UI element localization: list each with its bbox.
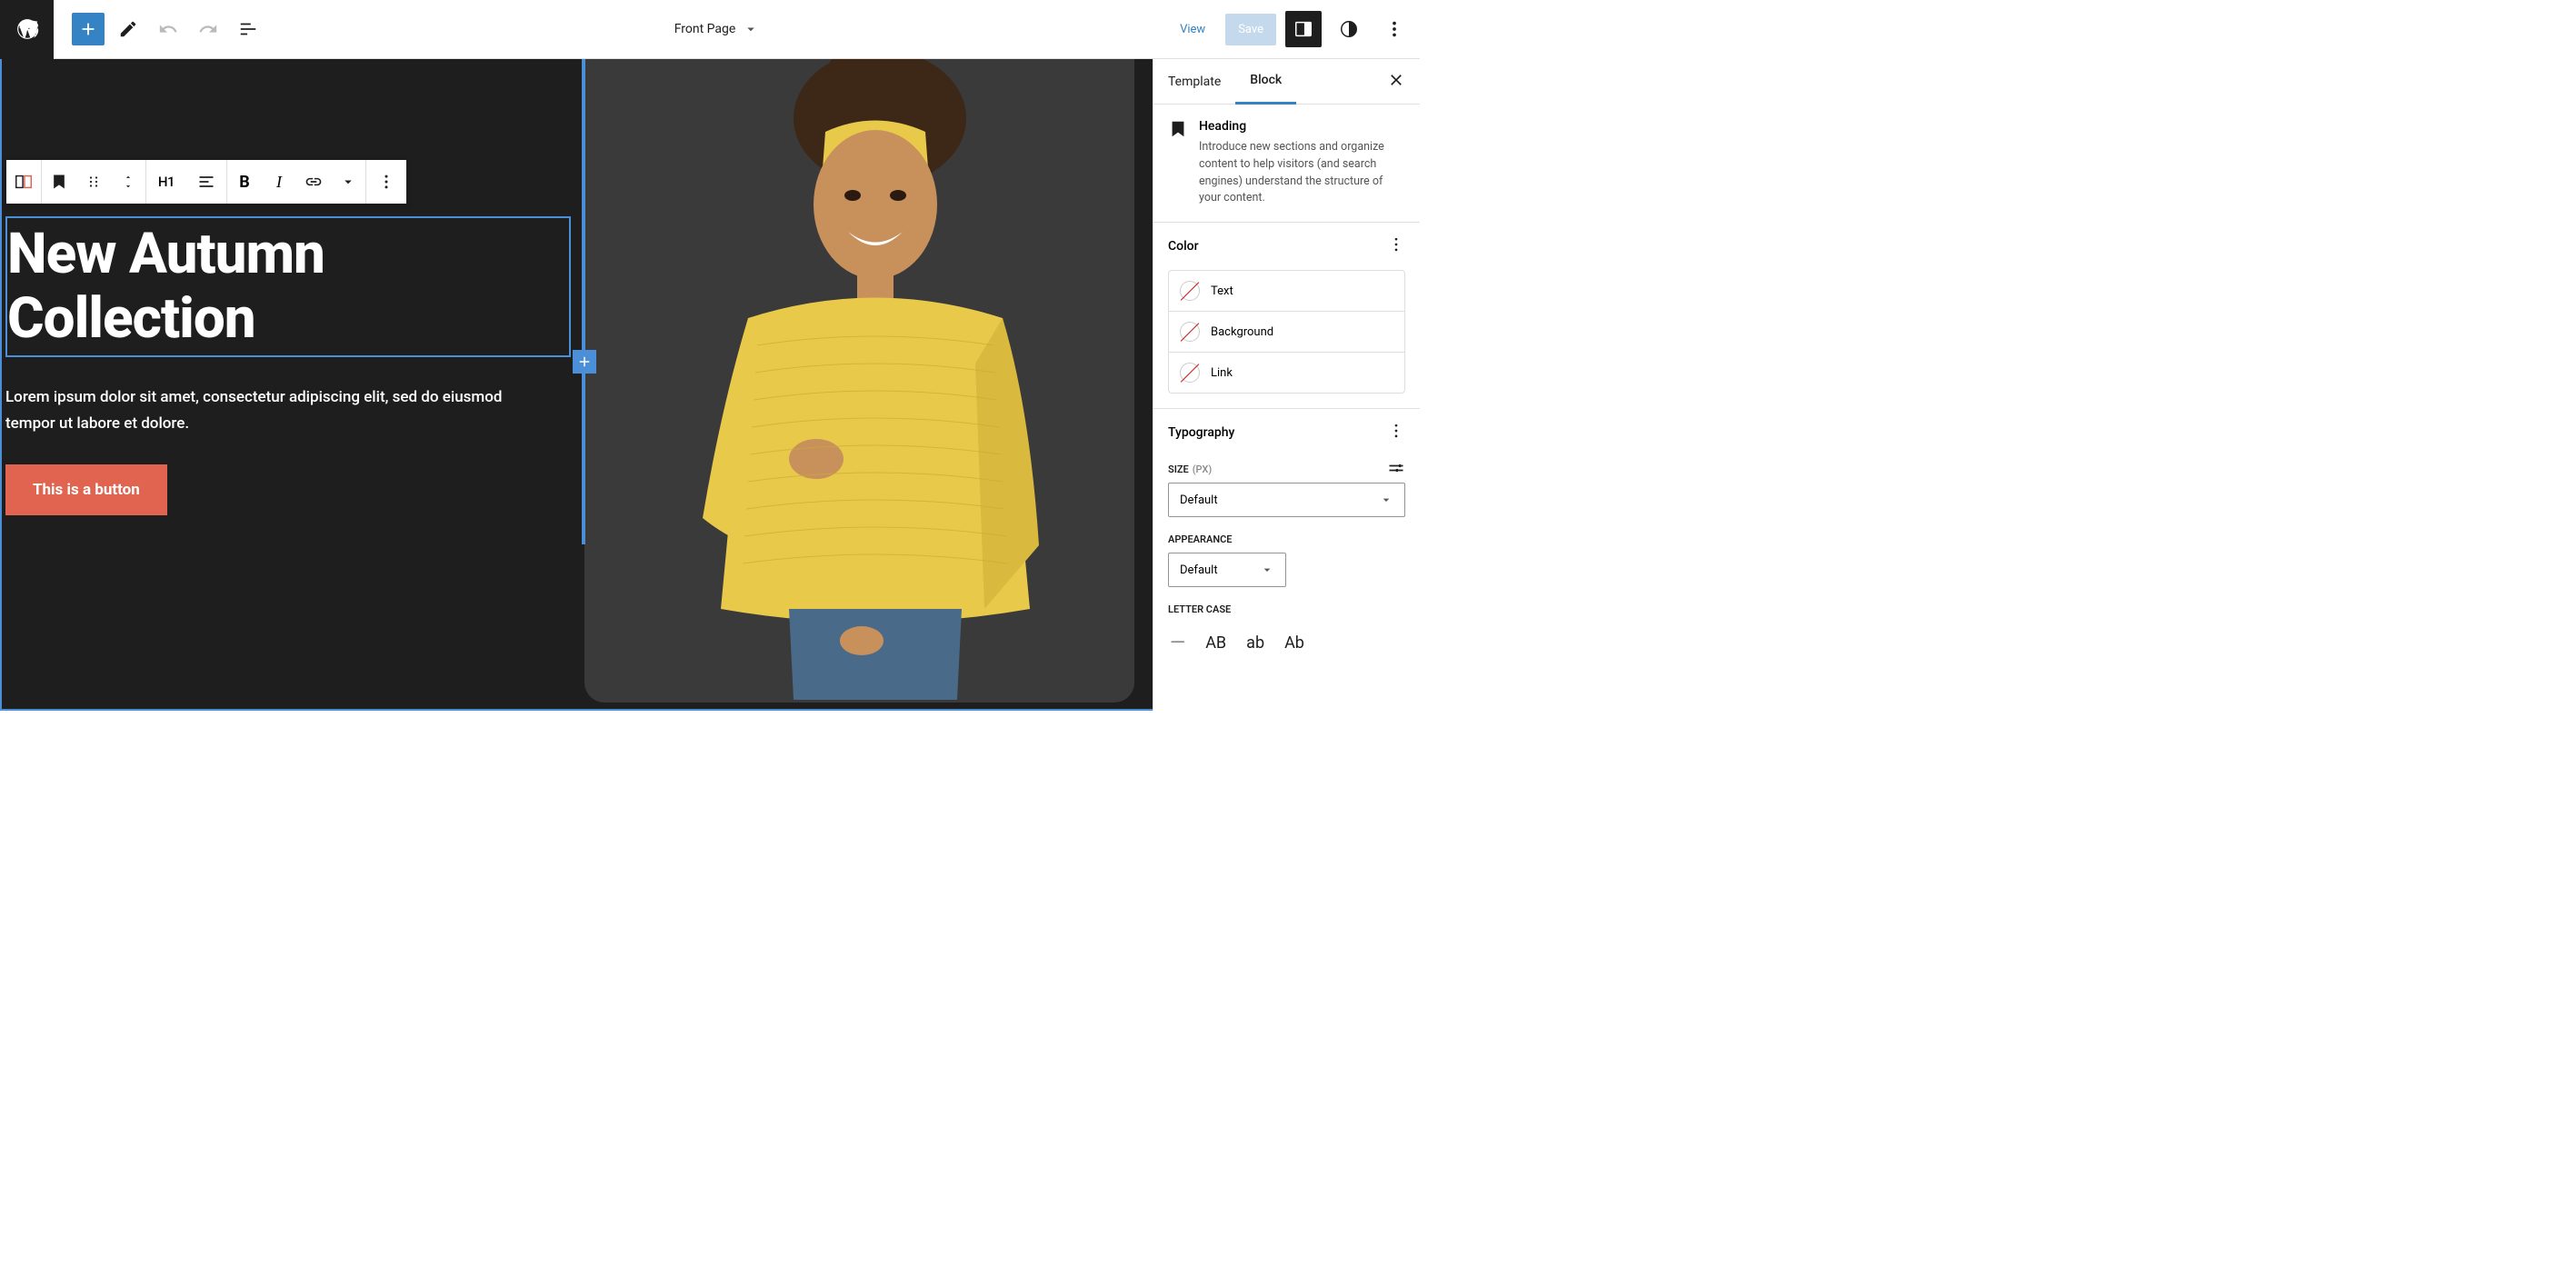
color-panel: Color Text Background Link — [1153, 223, 1420, 409]
move-buttons[interactable] — [111, 160, 145, 204]
editor-canvas[interactable]: H1 B I — [0, 59, 1153, 711]
save-button: Save — [1225, 14, 1276, 45]
topbar-left-tools — [54, 13, 265, 45]
chevron-down-icon — [340, 174, 356, 190]
color-panel-title: Color — [1168, 239, 1199, 254]
typography-panel: Typography SIZE (PX) Default — [1153, 409, 1420, 673]
parent-block-button[interactable] — [6, 160, 41, 204]
settings-sidebar-toggle[interactable] — [1285, 11, 1322, 47]
chevron-down-icon — [1260, 563, 1274, 577]
edit-tool-button[interactable] — [112, 13, 145, 45]
link-button[interactable] — [296, 160, 331, 204]
contrast-icon — [1339, 19, 1359, 39]
options-button[interactable] — [1376, 11, 1413, 47]
chevron-down-icon[interactable] — [743, 21, 759, 37]
insert-block-button[interactable] — [573, 350, 596, 374]
sidebar-icon — [1293, 19, 1313, 39]
align-button[interactable] — [186, 160, 226, 204]
size-custom-toggle[interactable] — [1387, 459, 1405, 481]
heading-text[interactable]: New Autumn Collection — [7, 222, 569, 352]
block-toolbar: H1 B I — [5, 159, 407, 204]
block-type-button[interactable] — [42, 160, 76, 204]
topbar-center: Front Page — [265, 21, 1169, 37]
color-swatch-empty — [1180, 281, 1200, 301]
close-sidebar-button[interactable] — [1373, 71, 1420, 93]
lettercase-cap-button[interactable]: Ab — [1283, 630, 1306, 656]
lettercase-none-button[interactable]: — — [1168, 628, 1187, 658]
settings-sidebar: Template Block Heading Introduce new sec… — [1153, 59, 1420, 711]
align-left-icon — [197, 173, 215, 191]
block-info: Heading Introduce new sections and organ… — [1153, 105, 1420, 223]
redo-icon — [198, 19, 218, 39]
bookmark-icon — [1168, 119, 1188, 139]
heading-block[interactable]: New Autumn Collection — [5, 216, 571, 357]
wordpress-icon — [15, 17, 39, 41]
appearance-label: APPEARANCE — [1168, 533, 1233, 545]
pencil-icon — [118, 19, 138, 39]
wordpress-logo[interactable] — [0, 0, 54, 59]
page-title[interactable]: Front Page — [674, 22, 736, 36]
drag-icon — [85, 174, 102, 190]
paragraph-block[interactable]: Lorem ipsum dolor sit amet, consectetur … — [5, 384, 551, 437]
bold-button[interactable]: B — [227, 160, 262, 204]
tab-block[interactable]: Block — [1235, 59, 1296, 105]
bookmark-icon — [50, 173, 68, 191]
more-vertical-icon — [1384, 19, 1404, 39]
typography-panel-menu[interactable] — [1387, 422, 1405, 444]
person-illustration — [639, 59, 1112, 700]
lettercase-lower-button[interactable]: ab — [1244, 630, 1266, 656]
sliders-icon — [1387, 459, 1405, 477]
color-background-button[interactable]: Background — [1168, 312, 1405, 353]
color-text-button[interactable]: Text — [1168, 270, 1405, 312]
color-swatch-empty — [1180, 363, 1200, 383]
appearance-select[interactable]: Default — [1168, 553, 1286, 587]
button-block[interactable]: This is a button — [5, 464, 167, 515]
lettercase-upper-button[interactable]: AB — [1203, 630, 1228, 656]
link-icon — [305, 173, 323, 191]
chevron-down-icon — [1379, 493, 1393, 507]
block-options-button[interactable] — [366, 160, 406, 204]
tab-template[interactable]: Template — [1153, 59, 1235, 105]
editor-topbar: Front Page View Save — [0, 0, 1420, 59]
chevron-up-icon — [122, 173, 135, 182]
topbar-right: View Save — [1169, 11, 1420, 47]
editor-main: H1 B I — [0, 59, 1420, 711]
columns-icon — [14, 172, 34, 192]
more-vertical-icon — [377, 173, 395, 191]
size-unit: (PX) — [1193, 464, 1212, 475]
lettercase-options: — AB ab Ab — [1168, 623, 1405, 658]
color-panel-menu[interactable] — [1387, 235, 1405, 257]
more-vertical-icon — [1387, 235, 1405, 254]
more-formatting-button[interactable] — [331, 160, 365, 204]
hero-image-block[interactable] — [584, 59, 1134, 703]
color-swatch-empty — [1180, 322, 1200, 342]
plus-icon — [78, 19, 98, 39]
sidebar-tabs: Template Block — [1153, 59, 1420, 105]
more-vertical-icon — [1387, 422, 1405, 440]
typography-panel-title: Typography — [1168, 425, 1234, 440]
redo-button — [192, 13, 225, 45]
view-link[interactable]: View — [1169, 15, 1216, 44]
lettercase-label: LETTER CASE — [1168, 603, 1231, 615]
undo-button — [152, 13, 185, 45]
document-overview-button[interactable] — [232, 13, 265, 45]
color-link-button[interactable]: Link — [1168, 353, 1405, 394]
drag-handle[interactable] — [76, 160, 111, 204]
italic-button[interactable]: I — [262, 160, 296, 204]
size-select[interactable]: Default — [1168, 483, 1405, 517]
block-name: Heading — [1199, 119, 1405, 134]
size-label: SIZE — [1168, 464, 1189, 475]
column-resize-handle[interactable] — [582, 59, 585, 544]
styles-button[interactable] — [1331, 11, 1367, 47]
chevron-down-icon — [122, 182, 135, 191]
undo-icon — [158, 19, 178, 39]
heading-level-button[interactable]: H1 — [146, 160, 186, 204]
add-block-button[interactable] — [72, 13, 105, 45]
plus-icon — [576, 354, 593, 370]
close-icon — [1387, 71, 1405, 89]
list-icon — [238, 19, 258, 39]
block-description: Introduce new sections and organize cont… — [1199, 139, 1405, 207]
